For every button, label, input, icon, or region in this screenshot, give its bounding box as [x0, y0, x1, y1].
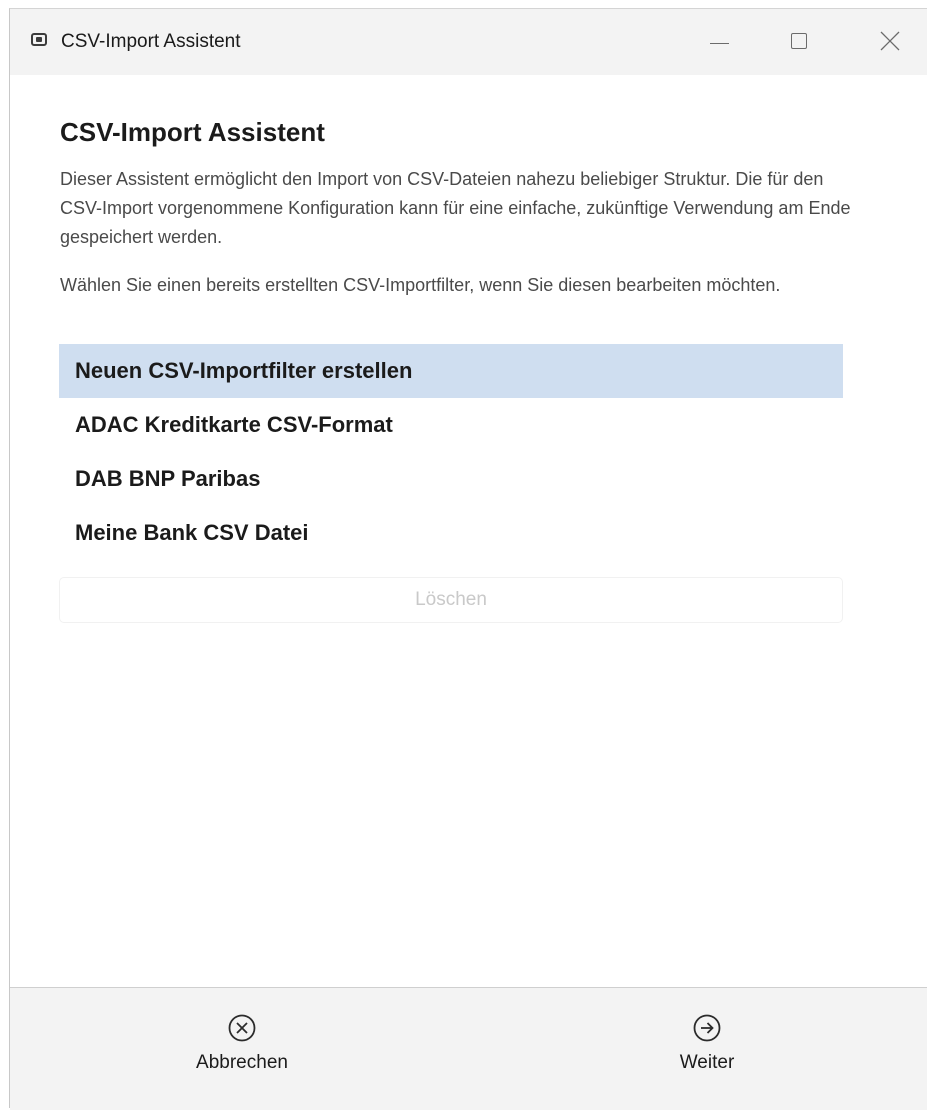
minimize-icon	[710, 43, 729, 44]
close-icon	[880, 31, 900, 51]
circle-arrow-right-icon	[693, 1014, 721, 1042]
filter-list-item[interactable]: Meine Bank CSV Datei	[59, 506, 843, 560]
delete-button[interactable]: Löschen	[59, 577, 843, 623]
filter-list-item[interactable]: Neuen CSV-Importfilter erstellen	[59, 344, 843, 398]
title-bar: CSV-Import Assistent	[10, 9, 927, 75]
maximize-button[interactable]	[769, 9, 829, 75]
next-button[interactable]: Weiter	[622, 988, 792, 1110]
wizard-footer: Abbrechen Weiter	[10, 987, 927, 1110]
maximize-icon	[791, 33, 807, 49]
circle-x-icon	[228, 1014, 256, 1042]
csv-import-window: CSV-Import Assistent CSV-Import Assisten…	[9, 8, 927, 1110]
app-window-icon	[31, 33, 47, 46]
next-label: Weiter	[679, 1052, 735, 1073]
minimize-button[interactable]	[689, 9, 749, 75]
filter-list-item[interactable]: DAB BNP Paribas	[59, 452, 843, 506]
cancel-label: Abbrechen	[196, 1052, 288, 1073]
filter-list-item[interactable]: ADAC Kreditkarte CSV-Format	[59, 398, 843, 452]
instruction-text: Wählen Sie einen bereits erstellten CSV-…	[60, 275, 781, 295]
close-button[interactable]	[860, 9, 920, 75]
cancel-button[interactable]: Abbrechen	[157, 988, 327, 1110]
description-text: Dieser Assistent ermöglicht den Import v…	[60, 169, 851, 247]
page-title: CSV-Import Assistent	[60, 117, 325, 147]
window-title: CSV-Import Assistent	[61, 31, 241, 52]
filter-list: Neuen CSV-Importfilter erstellen ADAC Kr…	[59, 344, 843, 560]
